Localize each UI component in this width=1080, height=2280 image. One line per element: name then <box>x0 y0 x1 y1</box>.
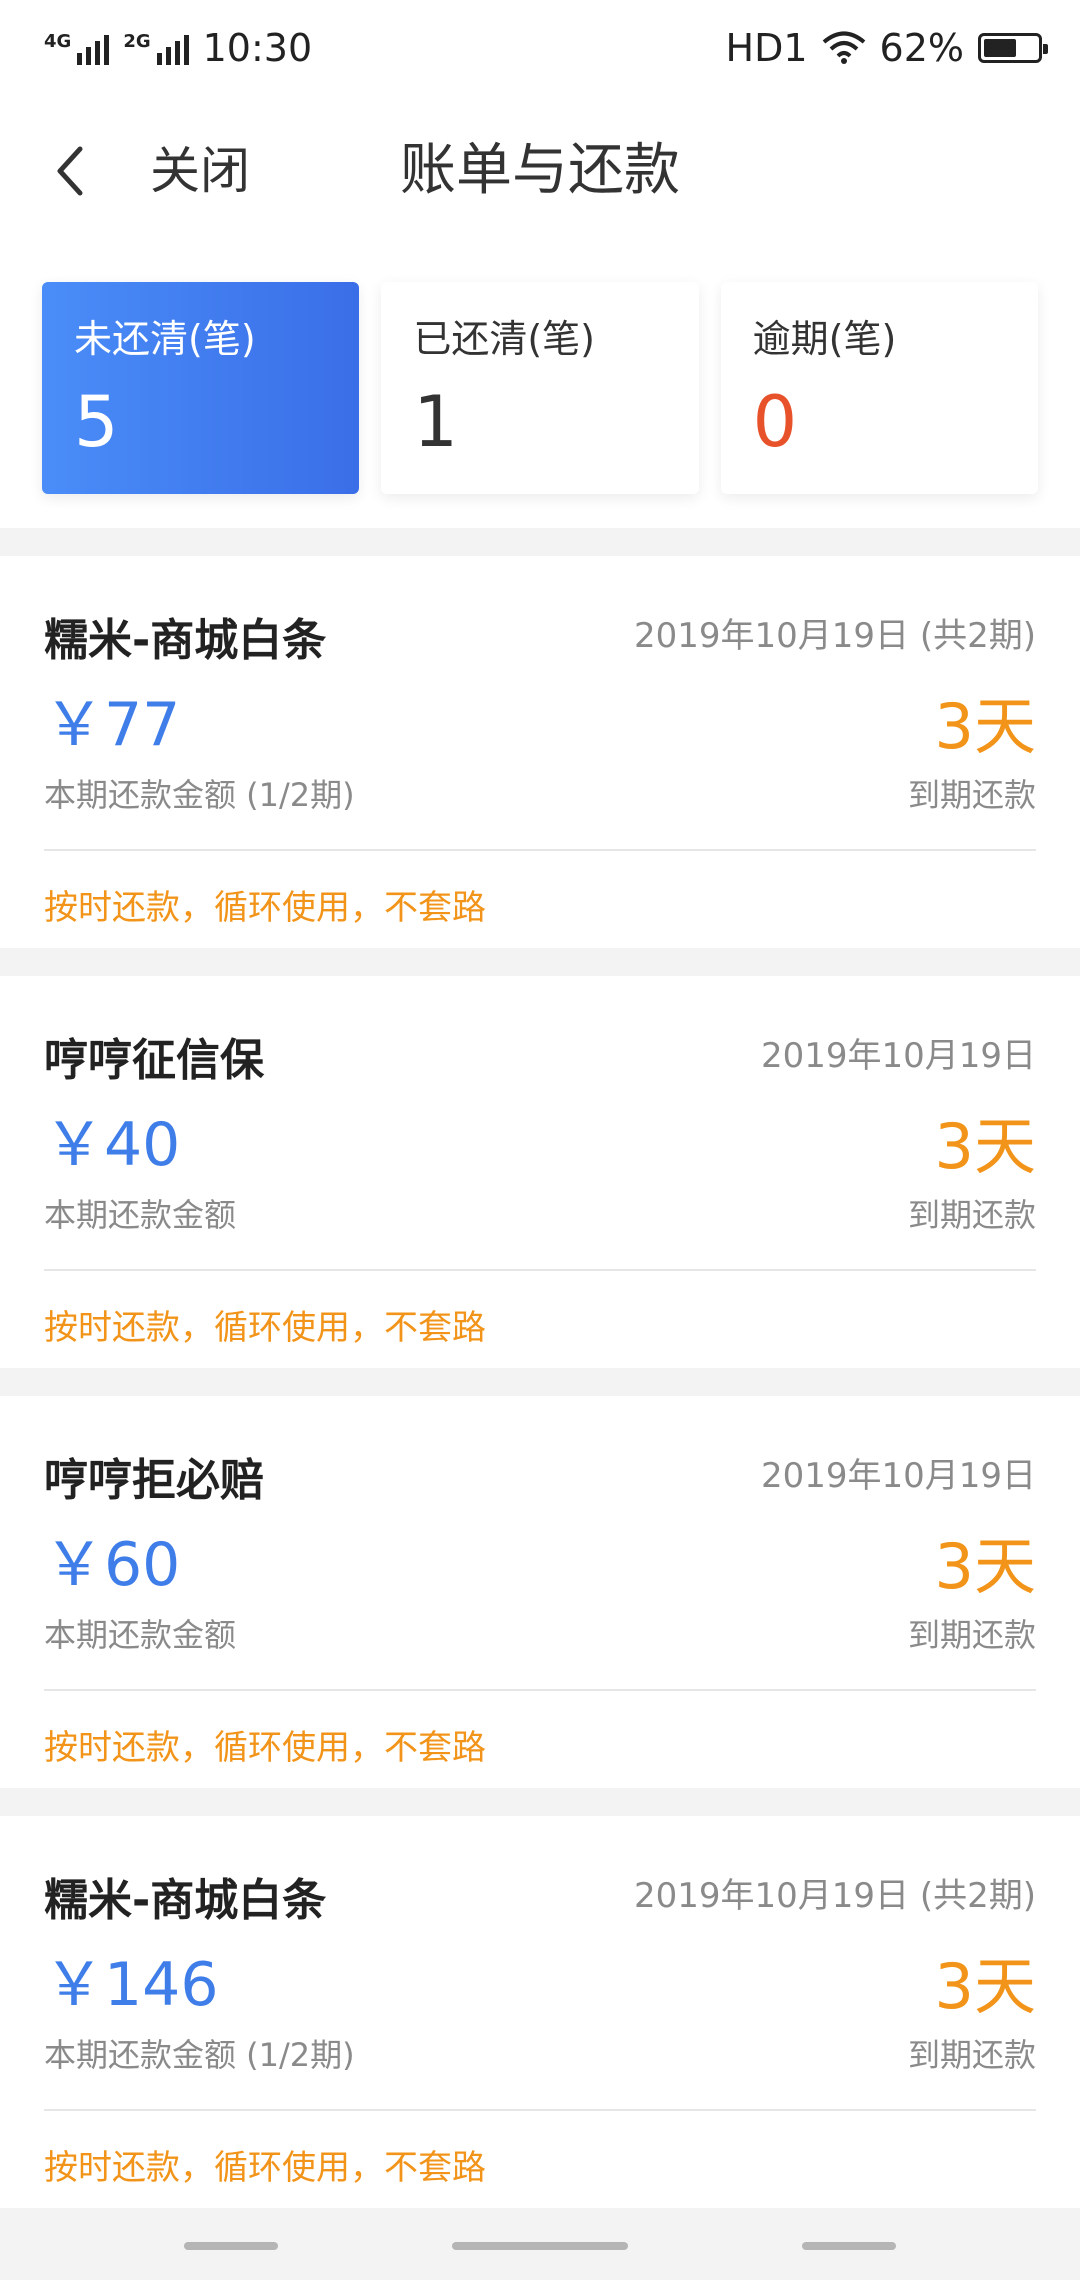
nav-menu-button[interactable] <box>184 2242 278 2250</box>
bill-date: 2019年10月19日 <box>760 1456 1036 1496</box>
battery-icon <box>978 33 1048 63</box>
bill-slogan: 按时还款，循环使用，不套路 <box>44 2148 486 2188</box>
status-time: 10:30 <box>202 26 313 70</box>
stat-value: 0 <box>752 381 798 463</box>
hd-indicator: HD1 <box>725 26 808 70</box>
bill-slogan: 按时还款，循环使用，不套路 <box>44 1308 486 1348</box>
bill-due-label: 到期还款 <box>907 1196 1036 1234</box>
bill-due-label: 到期还款 <box>907 776 1036 814</box>
bill-days-left: 3天 <box>934 1110 1036 1183</box>
summary-cards: 未还清(笔) 5 已还清(笔) 1 逾期(笔) 0 <box>42 282 1038 494</box>
bill-date: 2019年10月19日 (共2期) <box>633 1876 1036 1916</box>
bill-title: 糯米-商城白条 <box>44 615 327 666</box>
divider <box>44 849 1036 851</box>
signal-2g-icon: 2G <box>123 31 189 65</box>
bill-title: 糯米-商城白条 <box>44 1875 327 1926</box>
status-bar: 4G 2G 10:30 HD1 62% <box>0 0 1080 96</box>
bill-amount-label: 本期还款金额 <box>44 1616 237 1654</box>
bill-list: 糯米-商城白条 2019年10月19日 (共2期) ￥77 3天 本期还款金额 … <box>0 528 1080 2208</box>
divider <box>44 1269 1036 1271</box>
nav-home-button[interactable] <box>452 2242 628 2250</box>
bill-amount-label: 本期还款金额 (1/2期) <box>44 776 355 814</box>
bill-title: 哼哼征信保 <box>44 1035 264 1086</box>
bill-slogan: 按时还款，循环使用，不套路 <box>44 888 486 928</box>
bill-amount: ￥146 <box>44 1950 219 2020</box>
bill-due-label: 到期还款 <box>907 1616 1036 1654</box>
bill-item[interactable]: 糯米-商城白条 2019年10月19日 (共2期) ￥146 3天 本期还款金额… <box>0 1788 1080 2208</box>
divider <box>44 2109 1036 2111</box>
bill-item[interactable]: 哼哼征信保 2019年10月19日 ￥40 3天 本期还款金额 到期还款 按时还… <box>0 948 1080 1368</box>
bill-date: 2019年10月19日 (共2期) <box>633 616 1036 656</box>
tab-paid[interactable]: 已还清(笔) 1 <box>381 282 699 494</box>
bill-item[interactable]: 哼哼拒必赔 2019年10月19日 ￥60 3天 本期还款金额 到期还款 按时还… <box>0 1368 1080 1788</box>
header: 关闭 账单与还款 <box>0 96 1080 246</box>
bill-item[interactable]: 糯米-商城白条 2019年10月19日 (共2期) ￥77 3天 本期还款金额 … <box>0 528 1080 948</box>
bill-amount: ￥40 <box>44 1110 181 1180</box>
bill-amount: ￥60 <box>44 1530 181 1600</box>
wifi-icon <box>822 31 865 64</box>
bill-days-left: 3天 <box>934 1530 1036 1603</box>
battery-percent: 62% <box>879 26 964 70</box>
bill-slogan: 按时还款，循环使用，不套路 <box>44 1728 486 1768</box>
bill-amount-label: 本期还款金额 (1/2期) <box>44 2036 355 2074</box>
network-type-2: 2G <box>123 31 151 52</box>
divider <box>44 1689 1036 1691</box>
bill-days-left: 3天 <box>934 690 1036 763</box>
tab-overdue[interactable]: 逾期(笔) 0 <box>720 282 1038 494</box>
stat-value: 1 <box>413 381 458 463</box>
bill-date: 2019年10月19日 <box>760 1036 1036 1076</box>
bill-amount: ￥77 <box>44 690 181 760</box>
status-right: HD1 62% <box>725 26 1048 70</box>
system-nav-bar <box>0 2208 1080 2280</box>
stat-label: 逾期(笔) <box>752 317 897 361</box>
bill-title: 哼哼拒必赔 <box>44 1455 264 1506</box>
stat-value: 5 <box>74 381 119 463</box>
nav-back-button[interactable] <box>802 2242 896 2250</box>
status-left: 4G 2G 10:30 <box>44 26 312 70</box>
tab-unpaid[interactable]: 未还清(笔) 5 <box>42 282 360 494</box>
signal-4g-icon: 4G <box>44 31 110 65</box>
stat-label: 未还清(笔) <box>74 317 256 361</box>
stat-label: 已还清(笔) <box>413 317 595 361</box>
bill-days-left: 3天 <box>934 1950 1036 2023</box>
battery-fill <box>984 39 1017 57</box>
bill-amount-label: 本期还款金额 <box>44 1196 237 1234</box>
network-type-1: 4G <box>44 31 72 52</box>
page-title: 账单与还款 <box>400 138 680 203</box>
bill-due-label: 到期还款 <box>907 2036 1036 2074</box>
